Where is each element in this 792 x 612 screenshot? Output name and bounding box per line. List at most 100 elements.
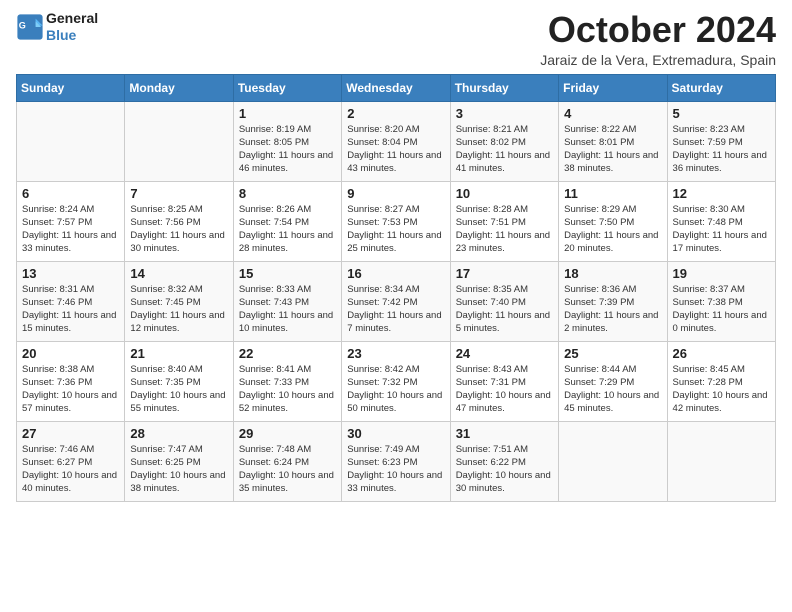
calendar-cell: 3 Sunrise: 8:21 AM Sunset: 8:02 PM Daylig… <box>450 101 558 181</box>
day-number: 7 <box>130 186 227 201</box>
calendar-week-row: 20 Sunrise: 8:38 AM Sunset: 7:36 PM Dayli… <box>17 341 776 421</box>
day-info: Sunrise: 7:49 AM Sunset: 6:23 PM Dayligh… <box>347 443 444 496</box>
logo: G General Blue <box>16 10 98 44</box>
calendar-cell: 19 Sunrise: 8:37 AM Sunset: 7:38 PM Dayli… <box>667 261 775 341</box>
calendar-cell <box>559 421 667 501</box>
day-info: Sunrise: 8:28 AM Sunset: 7:51 PM Dayligh… <box>456 203 553 256</box>
logo-text: General Blue <box>46 10 98 44</box>
day-number: 30 <box>347 426 444 441</box>
day-info: Sunrise: 8:38 AM Sunset: 7:36 PM Dayligh… <box>22 363 119 416</box>
calendar-cell <box>667 421 775 501</box>
day-info: Sunrise: 8:23 AM Sunset: 7:59 PM Dayligh… <box>673 123 770 176</box>
calendar-week-row: 1Sunrise: 8:19 AM Sunset: 8:05 PM Daylig… <box>17 101 776 181</box>
day-number: 29 <box>239 426 336 441</box>
calendar-header-row: Sunday Monday Tuesday Wednesday Thursday… <box>17 74 776 101</box>
day-info: Sunrise: 8:29 AM Sunset: 7:50 PM Dayligh… <box>564 203 661 256</box>
day-number: 27 <box>22 426 119 441</box>
calendar-cell: 28 Sunrise: 7:47 AM Sunset: 6:25 PM Dayli… <box>125 421 233 501</box>
day-number: 20 <box>22 346 119 361</box>
calendar-cell: 24 Sunrise: 8:43 AM Sunset: 7:31 PM Dayli… <box>450 341 558 421</box>
calendar-cell: 25 Sunrise: 8:44 AM Sunset: 7:29 PM Dayli… <box>559 341 667 421</box>
day-info: Sunrise: 8:40 AM Sunset: 7:35 PM Dayligh… <box>130 363 227 416</box>
calendar-cell: 6 Sunrise: 8:24 AM Sunset: 7:57 PM Daylig… <box>17 181 125 261</box>
day-info: Sunrise: 8:25 AM Sunset: 7:56 PM Dayligh… <box>130 203 227 256</box>
day-number: 26 <box>673 346 770 361</box>
day-info: Sunrise: 8:42 AM Sunset: 7:32 PM Dayligh… <box>347 363 444 416</box>
title-block: October 2024 Jaraiz de la Vera, Extremad… <box>540 10 776 68</box>
day-info: Sunrise: 8:24 AM Sunset: 7:57 PM Dayligh… <box>22 203 119 256</box>
day-info: Sunrise: 8:35 AM Sunset: 7:40 PM Dayligh… <box>456 283 553 336</box>
day-info: Sunrise: 8:41 AM Sunset: 7:33 PM Dayligh… <box>239 363 336 416</box>
calendar-cell: 17 Sunrise: 8:35 AM Sunset: 7:40 PM Dayli… <box>450 261 558 341</box>
day-number: 5 <box>673 106 770 121</box>
col-tuesday: Tuesday <box>233 74 341 101</box>
day-number: 28 <box>130 426 227 441</box>
calendar-cell: 16 Sunrise: 8:34 AM Sunset: 7:42 PM Dayli… <box>342 261 450 341</box>
day-number: 24 <box>456 346 553 361</box>
day-number: 2 <box>347 106 444 121</box>
day-number: 3 <box>456 106 553 121</box>
day-info: Sunrise: 7:51 AM Sunset: 6:22 PM Dayligh… <box>456 443 553 496</box>
calendar-cell <box>125 101 233 181</box>
col-saturday: Saturday <box>667 74 775 101</box>
day-number: 17 <box>456 266 553 281</box>
day-info: Sunrise: 8:37 AM Sunset: 7:38 PM Dayligh… <box>673 283 770 336</box>
calendar-cell: 15 Sunrise: 8:33 AM Sunset: 7:43 PM Dayli… <box>233 261 341 341</box>
day-info: Sunrise: 7:48 AM Sunset: 6:24 PM Dayligh… <box>239 443 336 496</box>
day-info: Sunrise: 7:46 AM Sunset: 6:27 PM Dayligh… <box>22 443 119 496</box>
calendar-cell: 30 Sunrise: 7:49 AM Sunset: 6:23 PM Dayli… <box>342 421 450 501</box>
day-number: 10 <box>456 186 553 201</box>
day-info: Sunrise: 8:21 AM Sunset: 8:02 PM Dayligh… <box>456 123 553 176</box>
day-info: Sunrise: 8:32 AM Sunset: 7:45 PM Dayligh… <box>130 283 227 336</box>
day-info: Sunrise: 8:43 AM Sunset: 7:31 PM Dayligh… <box>456 363 553 416</box>
day-number: 22 <box>239 346 336 361</box>
calendar-cell <box>17 101 125 181</box>
day-number: 14 <box>130 266 227 281</box>
calendar-cell: 29 Sunrise: 7:48 AM Sunset: 6:24 PM Dayli… <box>233 421 341 501</box>
subtitle: Jaraiz de la Vera, Extremadura, Spain <box>540 52 776 68</box>
day-info: Sunrise: 7:47 AM Sunset: 6:25 PM Dayligh… <box>130 443 227 496</box>
day-number: 13 <box>22 266 119 281</box>
day-info: Sunrise: 8:30 AM Sunset: 7:48 PM Dayligh… <box>673 203 770 256</box>
calendar-week-row: 27 Sunrise: 7:46 AM Sunset: 6:27 PM Dayli… <box>17 421 776 501</box>
day-info: Sunrise: 8:20 AM Sunset: 8:04 PM Dayligh… <box>347 123 444 176</box>
calendar-cell: 4 Sunrise: 8:22 AM Sunset: 8:01 PM Daylig… <box>559 101 667 181</box>
day-info: Sunrise: 8:34 AM Sunset: 7:42 PM Dayligh… <box>347 283 444 336</box>
day-info: Sunrise: 8:33 AM Sunset: 7:43 PM Dayligh… <box>239 283 336 336</box>
day-number: 25 <box>564 346 661 361</box>
day-info: Sunrise: 8:22 AM Sunset: 8:01 PM Dayligh… <box>564 123 661 176</box>
calendar-cell: 18Sunrise: 8:36 AM Sunset: 7:39 PM Dayli… <box>559 261 667 341</box>
day-info: Sunrise: 8:45 AM Sunset: 7:28 PM Dayligh… <box>673 363 770 416</box>
day-number: 16 <box>347 266 444 281</box>
calendar-table: Sunday Monday Tuesday Wednesday Thursday… <box>16 74 776 502</box>
day-info: Sunrise: 8:44 AM Sunset: 7:29 PM Dayligh… <box>564 363 661 416</box>
col-wednesday: Wednesday <box>342 74 450 101</box>
calendar-cell: 11 Sunrise: 8:29 AM Sunset: 7:50 PM Dayli… <box>559 181 667 261</box>
calendar-cell: 10 Sunrise: 8:28 AM Sunset: 7:51 PM Dayli… <box>450 181 558 261</box>
col-friday: Friday <box>559 74 667 101</box>
col-monday: Monday <box>125 74 233 101</box>
day-number: 19 <box>673 266 770 281</box>
calendar-cell: 22 Sunrise: 8:41 AM Sunset: 7:33 PM Dayli… <box>233 341 341 421</box>
month-title: October 2024 <box>540 10 776 50</box>
day-info: Sunrise: 8:36 AM Sunset: 7:39 PM Dayligh… <box>564 283 661 336</box>
day-number: 4 <box>564 106 661 121</box>
day-number: 15 <box>239 266 336 281</box>
svg-text:G: G <box>19 20 26 30</box>
calendar-cell: 31 Sunrise: 7:51 AM Sunset: 6:22 PM Dayli… <box>450 421 558 501</box>
calendar-cell: 12Sunrise: 8:30 AM Sunset: 7:48 PM Dayli… <box>667 181 775 261</box>
calendar-cell: 14 Sunrise: 8:32 AM Sunset: 7:45 PM Dayli… <box>125 261 233 341</box>
page: G General Blue October 2024 Jaraiz de la… <box>0 0 792 612</box>
calendar-cell: 20 Sunrise: 8:38 AM Sunset: 7:36 PM Dayli… <box>17 341 125 421</box>
day-number: 11 <box>564 186 661 201</box>
calendar-cell: 9Sunrise: 8:27 AM Sunset: 7:53 PM Daylig… <box>342 181 450 261</box>
day-info: Sunrise: 8:26 AM Sunset: 7:54 PM Dayligh… <box>239 203 336 256</box>
col-sunday: Sunday <box>17 74 125 101</box>
calendar-cell: 8Sunrise: 8:26 AM Sunset: 7:54 PM Daylig… <box>233 181 341 261</box>
day-number: 9 <box>347 186 444 201</box>
day-number: 31 <box>456 426 553 441</box>
day-number: 6 <box>22 186 119 201</box>
calendar-cell: 7 Sunrise: 8:25 AM Sunset: 7:56 PM Daylig… <box>125 181 233 261</box>
calendar-cell: 2 Sunrise: 8:20 AM Sunset: 8:04 PM Daylig… <box>342 101 450 181</box>
day-info: Sunrise: 8:19 AM Sunset: 8:05 PM Dayligh… <box>239 123 336 176</box>
